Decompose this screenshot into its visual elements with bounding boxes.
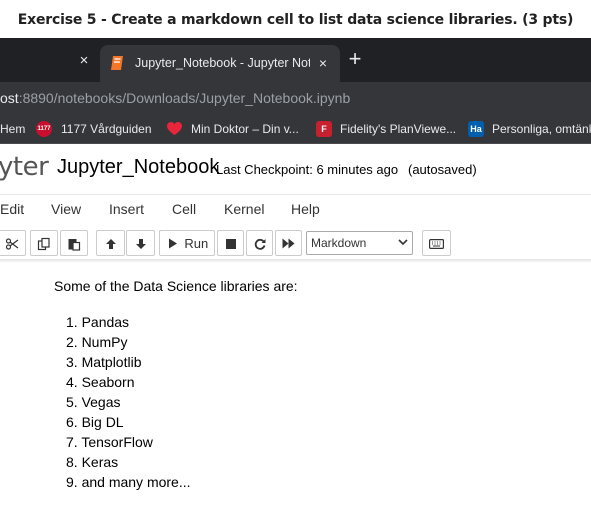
previous-tab-close-icon[interactable]: ×: [74, 51, 94, 71]
stop-icon: [225, 238, 236, 249]
menu-insert[interactable]: Insert: [109, 195, 144, 225]
list-item: 8. Keras: [66, 454, 119, 470]
list-item: 4. Seaborn: [66, 374, 135, 390]
arrow-down-icon: [135, 238, 146, 249]
bookmark-label: Fidelity's PlanViewe...: [340, 122, 457, 136]
bookmark-label: 1177 Vårdguiden: [61, 122, 152, 136]
copy-icon: [37, 237, 50, 250]
fidelity-f-icon: F: [316, 121, 332, 137]
url-path: :8890/notebooks/Downloads/Jupyter_Notebo…: [18, 90, 351, 106]
tab-jupyter-notebook[interactable]: Jupyter_Notebook - Jupyter Note ×: [100, 45, 340, 82]
fast-forward-icon: [282, 238, 295, 249]
menu-kernel[interactable]: Kernel: [224, 195, 264, 225]
list-item: 9. and many more...: [66, 474, 191, 490]
url-text[interactable]: ost:8890/notebooks/Downloads/Jupyter_Not…: [0, 82, 350, 114]
browser-tab-bar: × Jupyter_Notebook - Jupyter Note × +: [0, 38, 591, 82]
markdown-intro-text: Some of the Data Science libraries are:: [54, 278, 298, 294]
handelsbanken-icon: Ha: [468, 121, 484, 137]
move-down-button[interactable]: [126, 230, 155, 256]
paste-button[interactable]: [60, 230, 88, 256]
notebook-name[interactable]: Jupyter_Notebook: [57, 156, 219, 179]
bookmark-hem[interactable]: Hem: [0, 114, 25, 144]
list-item: 3. Matplotlib: [66, 354, 142, 370]
scissors-icon: [5, 238, 19, 250]
heart-icon: [167, 122, 182, 135]
close-icon[interactable]: ×: [314, 54, 332, 72]
list-item: 1. Pandas: [66, 314, 130, 330]
list-item: 7. TensorFlow: [66, 434, 153, 450]
bookmark-label: Min Doktor – Din v...: [191, 122, 299, 136]
jupyter-logo[interactable]: yter: [0, 152, 49, 182]
address-bar[interactable]: ost:8890/notebooks/Downloads/Jupyter_Not…: [0, 82, 591, 114]
autosave-status: (autosaved): [408, 162, 477, 177]
paste-icon: [68, 238, 81, 251]
list-item: 2. NumPy: [66, 334, 128, 350]
menu-edit[interactable]: Edit: [0, 195, 24, 225]
tab-title: Jupyter_Notebook - Jupyter Note: [135, 56, 310, 70]
1177-logo-icon: 1177: [36, 121, 52, 137]
cell-type-select[interactable]: Markdown: [306, 231, 413, 255]
exercise-heading: Exercise 5 - Create a markdown cell to l…: [0, 0, 591, 38]
restart-kernel-button[interactable]: [246, 230, 273, 256]
jupyter-book-icon: [111, 56, 123, 70]
command-palette-button[interactable]: [422, 230, 451, 256]
restart-run-all-button[interactable]: [275, 230, 302, 256]
restart-icon: [254, 238, 265, 250]
new-tab-icon[interactable]: +: [344, 48, 366, 70]
menu-view[interactable]: View: [51, 195, 81, 225]
checkpoint-status: Last Checkpoint: 6 minutes ago: [216, 162, 399, 177]
url-host: ost: [0, 90, 19, 106]
play-icon: [169, 238, 177, 249]
list-item: 5. Vegas: [66, 394, 121, 410]
bookmark-label: Hem: [0, 122, 26, 136]
library-list: 1. Pandas 2. NumPy 3. Matplotlib 4. Seab…: [66, 312, 191, 492]
arrow-up-icon: [105, 238, 116, 249]
cell-type-value: Markdown: [311, 236, 367, 250]
run-label: Run: [184, 235, 209, 251]
jupyter-toolbar: Run Markdown: [0, 228, 591, 258]
jupyter-menu-bar: Edit View Insert Cell Kernel Help: [0, 194, 591, 224]
copy-button[interactable]: [30, 230, 58, 256]
list-item: 6. Big DL: [66, 414, 124, 430]
jupyter-header: yter Jupyter_Notebook Last Checkpoint: 6…: [0, 148, 591, 194]
bookmark-label: Personliga, omtänk: [492, 122, 591, 136]
toolbar-shadow: [0, 259, 591, 263]
interrupt-kernel-button[interactable]: [217, 230, 244, 256]
keyboard-icon: [429, 238, 444, 249]
bookmarks-bar: Hem 1177 1177 Vårdguiden Min Doktor – Di…: [0, 114, 591, 144]
run-button[interactable]: Run: [159, 230, 215, 256]
move-up-button[interactable]: [96, 230, 125, 256]
menu-cell[interactable]: Cell: [172, 195, 196, 225]
menu-help[interactable]: Help: [291, 195, 320, 225]
chevron-down-icon: [398, 239, 408, 246]
cut-button[interactable]: [0, 230, 26, 256]
